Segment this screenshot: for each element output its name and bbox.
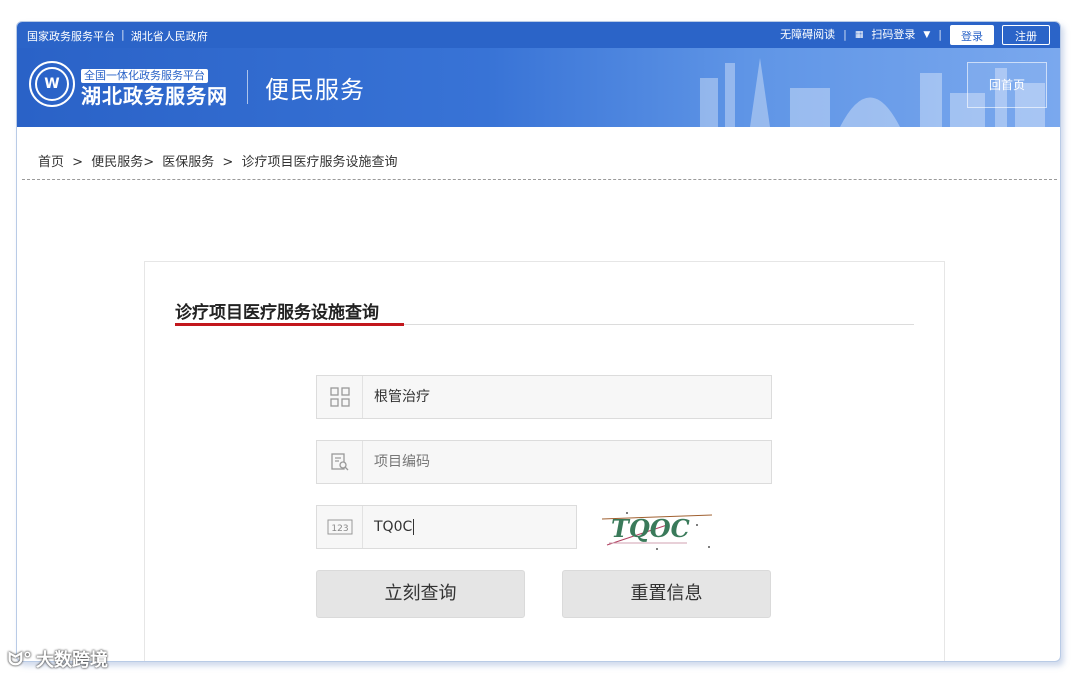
watermark: ᗢ° 大数跨境 [8, 646, 108, 672]
number-123-icon: 123 [317, 506, 363, 548]
project-name-input[interactable]: 根管治疗 [363, 376, 430, 418]
hubei-emblem-logo[interactable]: W [29, 61, 75, 107]
project-name-field[interactable]: 根管治疗 [316, 375, 772, 419]
brand[interactable]: 全国一体化政务服务平台 湖北政务服务网 [81, 64, 228, 109]
brand-subtitle: 全国一体化政务服务平台 [81, 69, 208, 83]
breadcrumb-convenience[interactable]: 便民服务> [91, 155, 154, 170]
grid-icon [317, 376, 363, 418]
browser-window: 国家政务服务平台 | 湖北省人民政府 无障碍阅读 | ▦ 扫码登录 ▼ | 登录… [16, 21, 1061, 662]
breadcrumb-separator: > [222, 155, 234, 170]
brand-title: 湖北政务服务网 [81, 84, 228, 108]
text-cursor [413, 519, 415, 535]
project-code-input[interactable]: 项目编码 [363, 441, 430, 483]
captcha-input[interactable]: TQ0C [363, 506, 415, 548]
link-national-platform[interactable]: 国家政务服务平台 [27, 28, 115, 44]
scan-login-dropdown[interactable]: 扫码登录 [871, 24, 915, 46]
query-card: 诊疗项目医疗服务设施查询 根管治疗 项目编码 123 TQ0C TQOC 立刻查… [144, 261, 945, 661]
watermark-text: 大数跨境 [35, 650, 108, 671]
captcha-text: TQOC [611, 514, 690, 543]
page-title: 诊疗项目医疗服务设施查询 [175, 303, 379, 323]
link-hubei-government[interactable]: 湖北省人民政府 [131, 28, 208, 44]
breadcrumb-medical-insurance[interactable]: 医保服务 [162, 155, 214, 170]
watermark-logo-icon: ᗢ° [8, 648, 32, 670]
top-bar: 国家政务服务平台 | 湖北省人民政府 无障碍阅读 | ▦ 扫码登录 ▼ | 登录… [17, 22, 1060, 48]
title-underline [175, 323, 404, 326]
breadcrumb-separator: > [72, 155, 84, 170]
breadcrumb: 首页 > 便民服务> 医保服务 > 诊疗项目医疗服务设施查询 [38, 151, 401, 170]
site-header: W 全国一体化政务服务平台 湖北政务服务网 便民服务 回首页 [17, 48, 1060, 127]
reset-button[interactable]: 重置信息 [562, 570, 771, 618]
project-code-field[interactable]: 项目编码 [316, 440, 772, 484]
submit-query-button[interactable]: 立刻查询 [316, 570, 525, 618]
divider [247, 70, 248, 104]
document-search-icon [317, 441, 363, 483]
captcha-input-value: TQ0C [374, 519, 413, 535]
captcha-field[interactable]: 123 TQ0C [316, 505, 577, 549]
breadcrumb-home[interactable]: 首页 [38, 155, 64, 170]
section-title: 便民服务 [265, 76, 365, 104]
breadcrumb-current: 诊疗项目医疗服务设施查询 [241, 155, 398, 170]
accessibility-link[interactable]: 无障碍阅读 [780, 24, 835, 46]
qr-icon: ▦ [854, 30, 864, 40]
register-button[interactable]: 注册 [1002, 25, 1050, 45]
svg-text:123: 123 [331, 524, 348, 534]
captcha-image[interactable]: TQOC [597, 505, 717, 553]
emblem-icon: W [35, 67, 69, 101]
login-button[interactable]: 登录 [950, 25, 994, 45]
separator: | [938, 28, 942, 41]
breadcrumb-divider [22, 179, 1057, 180]
separator: | [121, 28, 125, 41]
separator: | [843, 28, 847, 41]
caret-down-icon: ▼ [923, 30, 931, 40]
home-button[interactable]: 回首页 [967, 62, 1047, 108]
